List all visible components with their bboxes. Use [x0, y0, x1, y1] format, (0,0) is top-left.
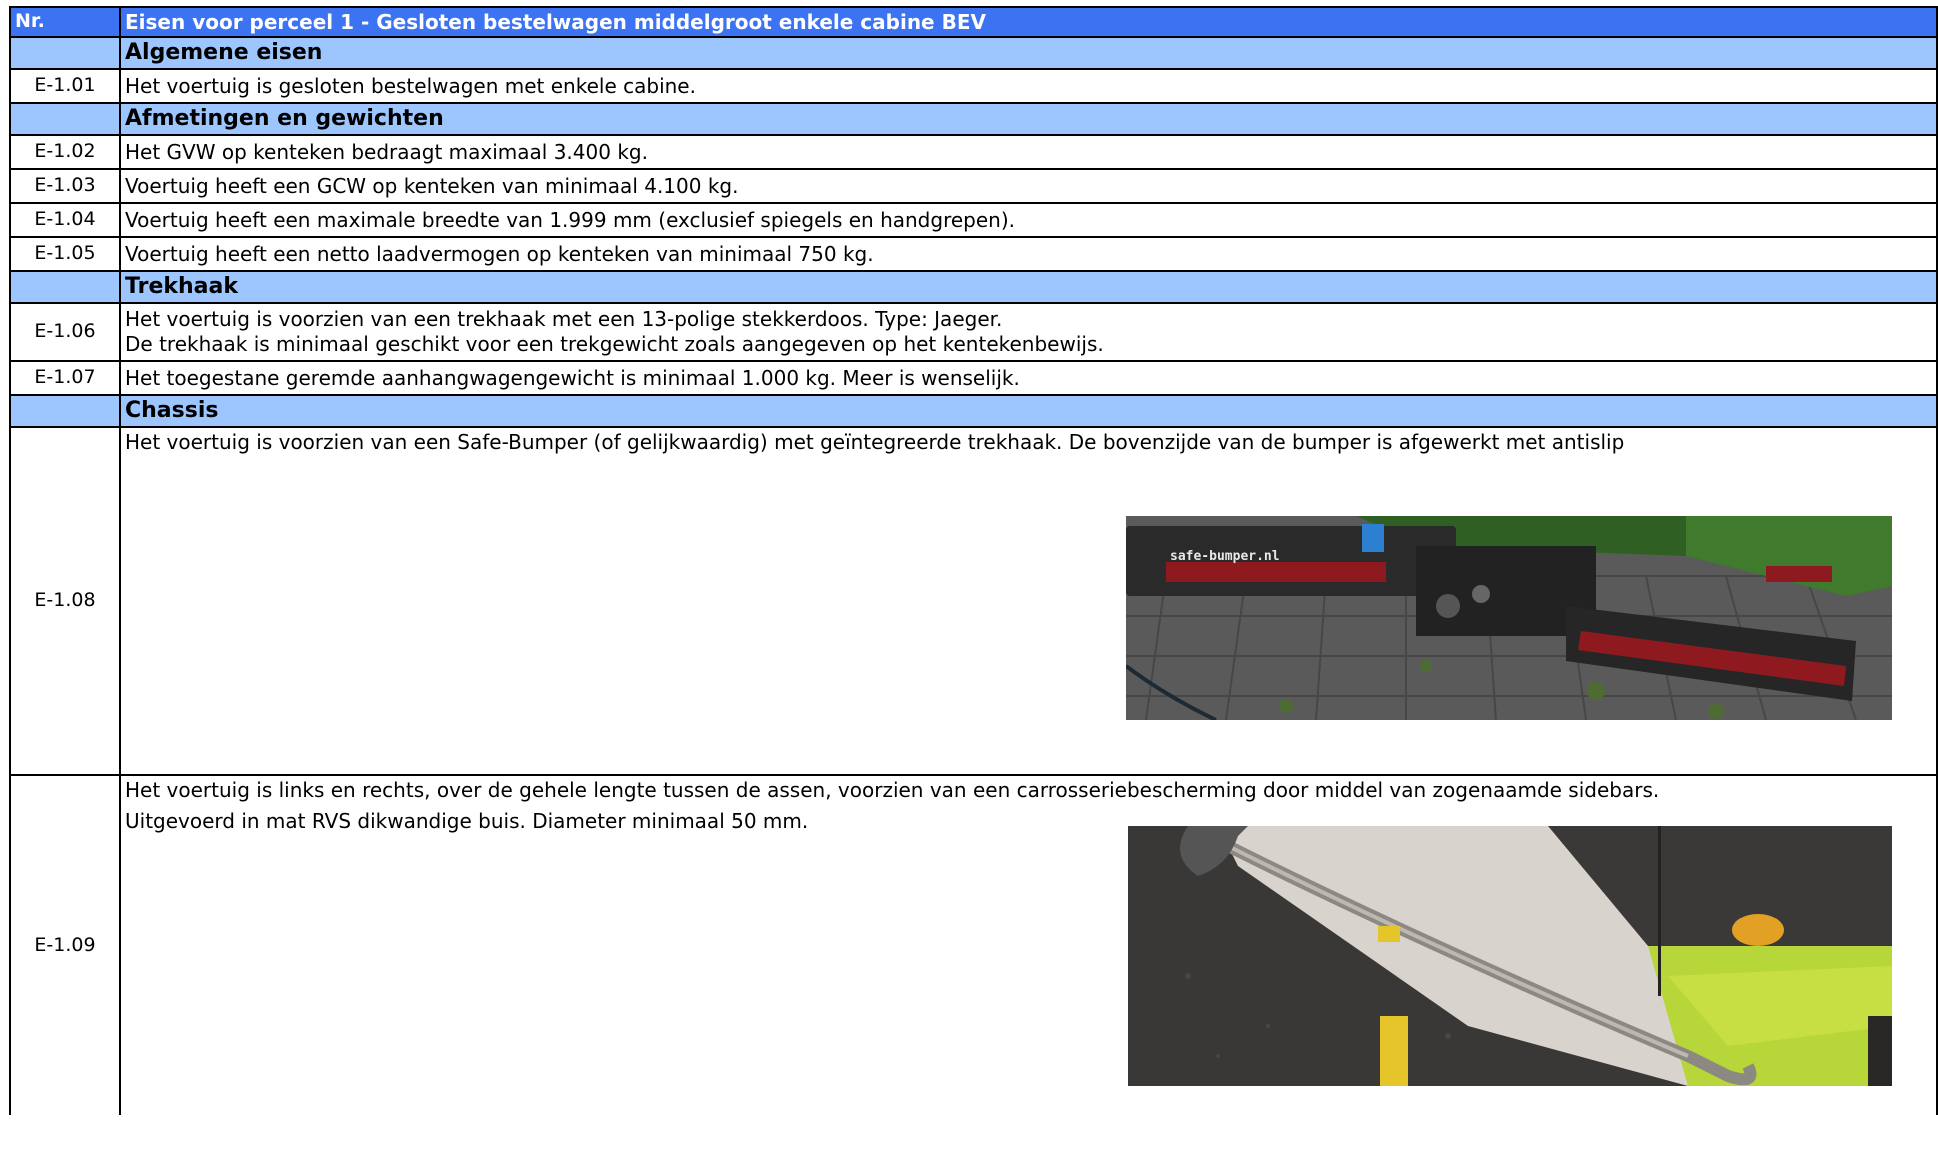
section-title[interactable]: Chassis — [119, 394, 1938, 428]
table-row: E-1.06 Het voertuig is voorzien van een … — [9, 302, 1938, 362]
bumper-caption: safe-bumper.nl — [1170, 549, 1280, 564]
requirement-nr[interactable]: E-1.02 — [9, 134, 121, 170]
table-row: E-1.05 Voertuig heeft een netto laadverm… — [9, 236, 1938, 272]
section-nr-cell[interactable] — [9, 102, 121, 136]
requirement-nr[interactable]: E-1.08 — [9, 426, 121, 776]
sidebar-image — [1128, 826, 1892, 1086]
table-row: E-1.02 Het GVW op kenteken bedraagt maxi… — [9, 134, 1938, 170]
table-row: E-1.07 Het toegestane geremde aanhangwag… — [9, 360, 1938, 396]
requirement-line: Het voertuig is voorzien van een Safe-Bu… — [125, 430, 1625, 454]
header-title[interactable]: Eisen voor perceel 1 - Gesloten bestelwa… — [119, 6, 1938, 38]
section-title[interactable]: Trekhaak — [119, 270, 1938, 304]
section-title[interactable]: Algemene eisen — [119, 36, 1938, 70]
requirement-text[interactable]: Het voertuig is voorzien van een Safe-Bu… — [119, 426, 1938, 776]
requirement-nr[interactable]: E-1.05 — [9, 236, 121, 272]
requirement-text[interactable]: Het toegestane geremde aanhangwagengewic… — [119, 360, 1938, 396]
requirement-line: De trekhaak is minimaal geschikt voor ee… — [125, 332, 1104, 356]
requirement-text[interactable]: Het voertuig is gesloten bestelwagen met… — [119, 68, 1938, 104]
requirement-nr[interactable]: E-1.06 — [9, 302, 121, 362]
safe-bumper-photo: safe-bumper.nl — [1126, 516, 1892, 720]
sidebar-photo — [1128, 826, 1892, 1086]
requirement-text[interactable]: Het GVW op kenteken bedraagt maximaal 3.… — [119, 134, 1938, 170]
requirement-nr[interactable]: E-1.03 — [9, 168, 121, 204]
requirement-nr[interactable]: E-1.04 — [9, 202, 121, 238]
requirement-text[interactable]: Het voertuig is voorzien van een trekhaa… — [119, 302, 1938, 362]
requirement-nr[interactable]: E-1.01 — [9, 68, 121, 104]
requirements-sheet: Nr. Eisen voor perceel 1 - Gesloten best… — [9, 6, 1938, 1161]
table-row: E-1.04 Voertuig heeft een maximale breed… — [9, 202, 1938, 238]
requirement-nr[interactable]: E-1.07 — [9, 360, 121, 396]
table-row: E-1.09 Het voertuig is links en rechts, … — [9, 774, 1938, 1115]
section-nr-cell[interactable] — [9, 270, 121, 304]
requirement-line: Het voertuig is voorzien van een trekhaa… — [125, 307, 1003, 331]
requirement-text[interactable]: Voertuig heeft een GCW op kenteken van m… — [119, 168, 1938, 204]
section-row-afmetingen: Afmetingen en gewichten — [9, 102, 1938, 136]
requirement-text[interactable]: Het voertuig is links en rechts, over de… — [119, 774, 1938, 1115]
section-row-trekhaak: Trekhaak — [9, 270, 1938, 304]
section-row-chassis: Chassis — [9, 394, 1938, 428]
requirement-nr[interactable]: E-1.09 — [9, 774, 121, 1115]
requirement-text[interactable]: Voertuig heeft een maximale breedte van … — [119, 202, 1938, 238]
table-row: E-1.08 Het voertuig is voorzien van een … — [9, 426, 1938, 776]
bumper-image: safe-bumper.nl — [1126, 516, 1892, 720]
section-nr-cell[interactable] — [9, 394, 121, 428]
requirement-line: Het voertuig is links en rechts, over de… — [125, 778, 1660, 802]
requirement-text[interactable]: Voertuig heeft een netto laadvermogen op… — [119, 236, 1938, 272]
table-row: E-1.03 Voertuig heeft een GCW op kenteke… — [9, 168, 1938, 204]
requirements-table: Nr. Eisen voor perceel 1 - Gesloten best… — [9, 6, 1938, 1115]
header-nr[interactable]: Nr. — [9, 6, 121, 38]
section-title[interactable]: Afmetingen en gewichten — [119, 102, 1938, 136]
table-row: E-1.01 Het voertuig is gesloten bestelwa… — [9, 68, 1938, 104]
section-row-algemeen: Algemene eisen — [9, 36, 1938, 70]
header-row: Nr. Eisen voor perceel 1 - Gesloten best… — [9, 6, 1938, 38]
section-nr-cell[interactable] — [9, 36, 121, 70]
